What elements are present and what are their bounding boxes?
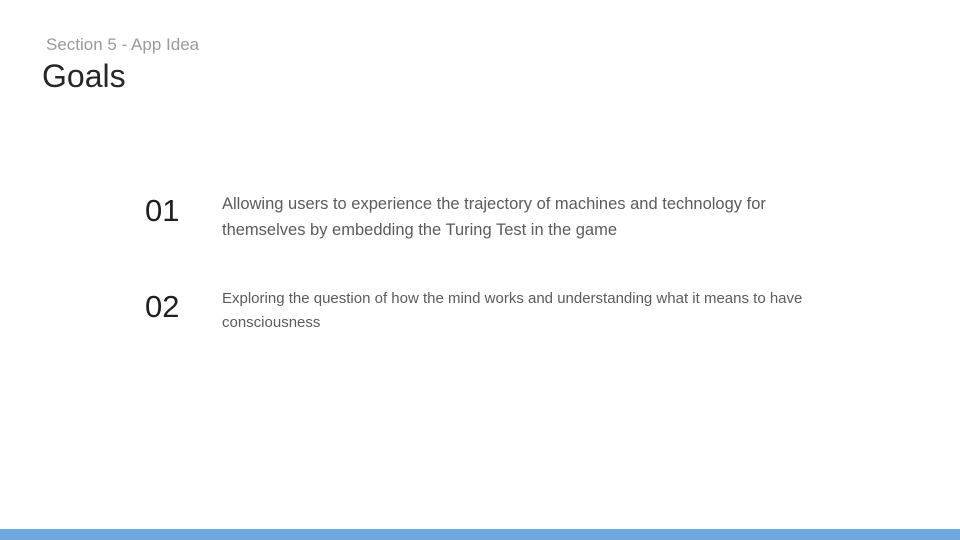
section-label: Section 5 - App Idea [46,35,200,54]
slide-title: Goals [42,58,126,94]
goal-number: 02 [145,289,180,324]
goal-text: Allowing users to experience the traject… [222,195,766,239]
goal-number: 01 [145,193,180,228]
slide: Section 5 - App Idea Goals 01 Allowing u… [0,0,960,540]
footer-accent-bar [0,529,960,540]
goal-text: Exploring the question of how the mind w… [222,290,803,331]
